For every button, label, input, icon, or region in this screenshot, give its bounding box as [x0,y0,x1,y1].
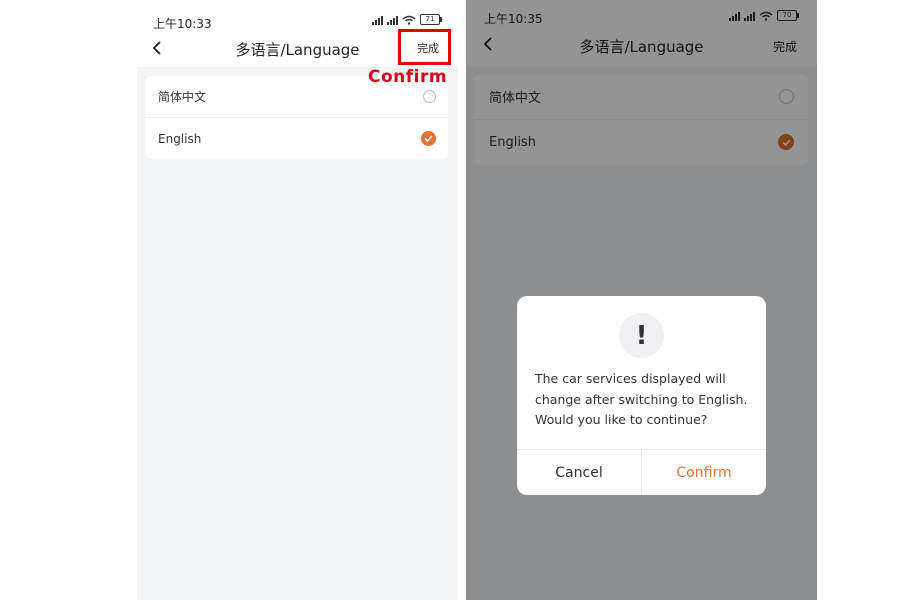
language-option-english[interactable]: English [145,117,448,159]
confirm-dialog: ! The car services displayed will change… [517,296,766,495]
signal-icon [372,15,383,25]
status-icons: 71 [372,14,442,25]
battery-icon: 71 [420,14,442,25]
signal-icon [387,15,398,25]
dialog-buttons: Cancel Confirm [517,449,766,495]
exclamation-icon: ! [619,313,664,358]
language-label: 简体中文 [158,90,207,104]
radio-unchecked-icon[interactable] [423,90,436,103]
highlight-box [398,29,451,65]
check-icon[interactable] [421,131,436,146]
annotation-label: Confirm [368,67,448,87]
language-label: English [158,131,202,146]
cancel-button[interactable]: Cancel [517,450,642,495]
language-list: 简体中文 English [145,76,448,159]
confirm-button[interactable]: Confirm [642,450,766,495]
wifi-icon [402,15,416,25]
right-phone-screen: 上午10:35 70 多语言/Language 完成 简体中文 English [466,0,817,600]
left-phone-screen: 上午10:33 71 多语言/Language 完成 简体中文 English [137,0,458,600]
dialog-message: The car services displayed will change a… [535,371,748,427]
